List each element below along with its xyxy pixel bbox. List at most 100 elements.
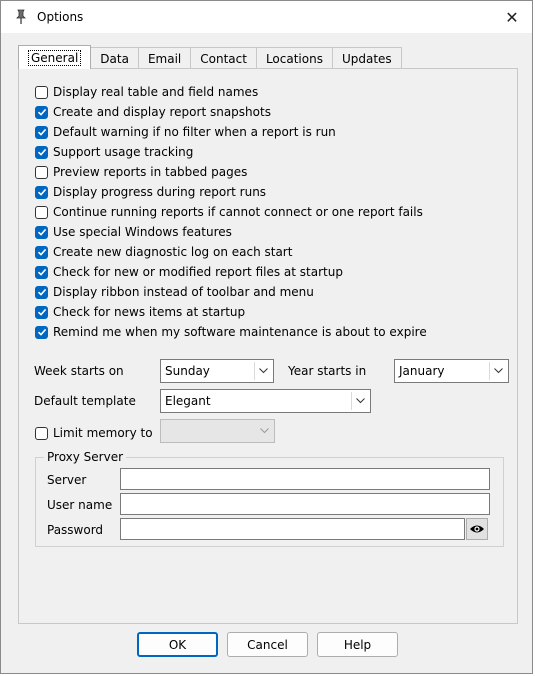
window-title: Options [37, 10, 84, 24]
tab-label: Locations [265, 51, 323, 66]
username-label: User name [47, 498, 113, 512]
checkbox-unchecked[interactable] [35, 85, 48, 99]
tab-label: Email [147, 51, 182, 66]
year-starts-value: January [399, 364, 445, 378]
checkmark-icon [37, 108, 46, 116]
tab-label: Contact [200, 51, 247, 66]
close-button[interactable]: ✕ [492, 1, 532, 33]
chevron-down-icon [254, 362, 271, 380]
checkbox-unchecked[interactable] [35, 205, 48, 219]
checkbox-box[interactable] [35, 426, 48, 440]
tab-updates[interactable]: Updates [331, 47, 402, 69]
checkmark-icon [37, 228, 46, 236]
password-label: Password [47, 523, 104, 537]
tab-locations[interactable]: Locations [255, 47, 333, 69]
option-checkbox[interactable]: Create new diagnostic log on each start [35, 243, 292, 261]
pushpin-icon [16, 9, 26, 24]
ok-button[interactable]: OK [137, 632, 218, 657]
checkbox-checked[interactable] [35, 245, 48, 259]
option-checkbox[interactable]: Remind me when my software maintenance i… [35, 323, 427, 341]
tab-general[interactable]: General [18, 45, 92, 69]
option-label: Use special Windows features [53, 225, 232, 239]
chevron-down-icon [489, 362, 506, 380]
option-checkbox[interactable]: Check for news items at startup [35, 303, 245, 321]
tab-label: Data [100, 51, 129, 66]
option-label: Check for news items at startup [53, 305, 246, 319]
chevron-down-icon [256, 422, 272, 440]
title-bar[interactable]: Options ✕ [1, 1, 532, 33]
checkbox-checked[interactable] [35, 185, 48, 199]
tab-data[interactable]: Data [90, 47, 139, 69]
option-label: Display progress during report runs [53, 185, 267, 199]
checkbox-checked[interactable] [35, 305, 48, 319]
default-template-label: Default template [34, 394, 136, 408]
general-tab-panel: Display real table and field names Create… [18, 68, 518, 624]
checkmark-icon [37, 248, 46, 256]
option-checkbox[interactable]: Default warning if no filter when a repo… [35, 123, 336, 141]
option-checkbox[interactable]: Check for new or modified report files a… [35, 263, 343, 281]
checkmark-icon [37, 268, 46, 276]
option-label: Display real table and field names [53, 85, 259, 99]
checkbox-checked[interactable] [35, 105, 48, 119]
proxy-server-group: Proxy Server Server User name Password [35, 450, 504, 547]
option-label: Default warning if no filter when a repo… [53, 125, 336, 139]
checkbox-checked[interactable] [35, 325, 48, 339]
week-starts-label: Week starts on [34, 364, 124, 378]
checkmark-icon [37, 288, 46, 296]
option-label: Display ribbon instead of toolbar and me… [53, 285, 314, 299]
limit-memory-label: Limit memory to [53, 426, 153, 440]
server-label: Server [47, 473, 87, 487]
option-checkbox[interactable]: Use special Windows features [35, 223, 232, 241]
option-label: Support usage tracking [53, 145, 194, 159]
checkbox-checked[interactable] [35, 145, 48, 159]
memory-limit-select[interactable] [160, 419, 275, 443]
option-label: Create and display report snapshots [53, 105, 271, 119]
week-starts-value: Sunday [165, 364, 210, 378]
checkmark-icon [37, 148, 46, 156]
password-input[interactable] [120, 518, 465, 540]
options-dialog: Options ✕ General Data Email Contact Loc… [0, 0, 533, 674]
help-button[interactable]: Help [317, 632, 398, 657]
default-template-select[interactable]: Elegant [160, 389, 371, 413]
option-checkbox[interactable]: Preview reports in tabbed pages [35, 163, 247, 181]
close-icon: ✕ [505, 7, 519, 27]
checkmark-icon [37, 128, 46, 136]
show-password-button[interactable] [466, 518, 488, 540]
option-checkbox[interactable]: Display progress during report runs [35, 183, 266, 201]
option-checkbox[interactable]: Create and display report snapshots [35, 103, 271, 121]
tab-label: General [28, 49, 82, 66]
proxy-server-title: Proxy Server [44, 450, 127, 464]
username-input[interactable] [120, 493, 490, 515]
option-label: Check for new or modified report files a… [53, 265, 343, 279]
checkmark-icon [37, 328, 46, 336]
option-label: Preview reports in tabbed pages [53, 165, 248, 179]
option-label: Remind me when my software maintenance i… [53, 325, 427, 339]
tab-strip: General Data Email Contact Locations Upd… [18, 45, 402, 69]
chevron-down-icon [351, 392, 368, 410]
tab-contact[interactable]: Contact [190, 47, 257, 69]
option-checkbox[interactable]: Display real table and field names [35, 83, 258, 101]
checkbox-checked[interactable] [35, 225, 48, 239]
ok-label: OK [168, 637, 187, 652]
tab-label: Updates [341, 51, 392, 66]
tab-email[interactable]: Email [137, 47, 192, 69]
limit-memory-checkbox[interactable]: Limit memory to [35, 424, 153, 442]
option-checkbox[interactable]: Support usage tracking [35, 143, 193, 161]
server-input[interactable] [120, 468, 490, 490]
cancel-button[interactable]: Cancel [227, 632, 308, 657]
option-checkbox[interactable]: Display ribbon instead of toolbar and me… [35, 283, 314, 301]
checkbox-checked[interactable] [35, 265, 48, 279]
default-template-value: Elegant [165, 394, 211, 408]
checkmark-icon [37, 308, 46, 316]
cancel-label: Cancel [247, 637, 288, 652]
eye-icon [470, 525, 484, 533]
checkbox-checked[interactable] [35, 285, 48, 299]
week-starts-select[interactable]: Sunday [160, 359, 274, 383]
checkbox-checked[interactable] [35, 125, 48, 139]
checkbox-unchecked[interactable] [35, 165, 48, 179]
year-starts-select[interactable]: January [394, 359, 509, 383]
help-label: Help [343, 637, 372, 652]
option-label: Create new diagnostic log on each start [53, 245, 293, 259]
year-starts-label: Year starts in [288, 364, 367, 378]
option-checkbox[interactable]: Continue running reports if cannot conne… [35, 203, 423, 221]
